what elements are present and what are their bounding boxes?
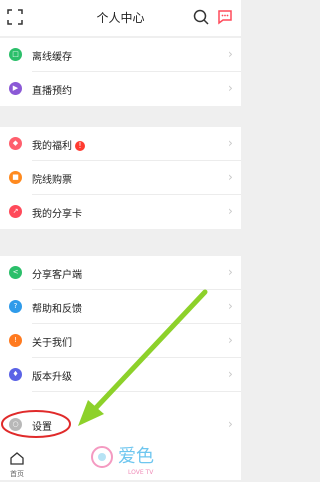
nav-home-label: 首页 [10, 470, 24, 478]
pointer-arrow [89, 289, 208, 415]
annotation-overlay [1, 289, 208, 438]
brand-logo: 爱色 LOVE TV [88, 440, 168, 478]
logo-subtext: LOVE TV [128, 469, 154, 476]
logo-mark: 爱色 LOVE TV [91, 446, 154, 476]
highlight-circle [1, 410, 71, 438]
logo-text: 爱色 [118, 446, 154, 467]
home-icon [10, 452, 24, 465]
nav-home[interactable]: 首页 [6, 450, 28, 479]
